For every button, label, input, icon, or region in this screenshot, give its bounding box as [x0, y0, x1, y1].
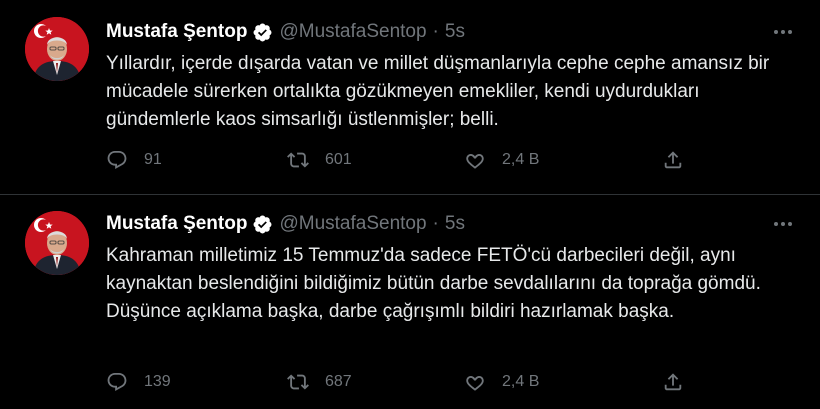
- reply-button[interactable]: 91: [106, 146, 162, 174]
- heart-icon: [466, 154, 484, 169]
- like-count: 2,4 B: [502, 373, 540, 390]
- author-name[interactable]: Mustafa Şentop: [106, 213, 247, 235]
- verified-badge-icon: [252, 214, 273, 235]
- share-button[interactable]: [662, 146, 684, 174]
- tweet-header: Mustafa Şentop @MustafaSentop · 5s: [106, 211, 465, 237]
- separator-dot: ·: [432, 213, 439, 234]
- more-options-icon[interactable]: [771, 20, 795, 44]
- retweet-icon: [287, 152, 309, 168]
- tweet[interactable]: Mustafa Şentop @MustafaSentop · 5s Yılla…: [0, 0, 820, 195]
- retweet-icon: [287, 374, 309, 390]
- like-button[interactable]: 2,4 B: [464, 146, 539, 174]
- author-name[interactable]: Mustafa Şentop: [106, 21, 247, 43]
- tweet-text: Yıllardır, içerde dışarda vatan ve mille…: [106, 53, 770, 130]
- retweet-count: 601: [325, 151, 352, 168]
- retweet-button[interactable]: 687: [287, 368, 352, 396]
- reply-button[interactable]: 139: [106, 368, 171, 396]
- verified-badge-icon: [252, 22, 273, 43]
- tweet-header: Mustafa Şentop @MustafaSentop · 5s: [106, 19, 465, 45]
- tweet[interactable]: Mustafa Şentop @MustafaSentop · 5s Kahra…: [0, 196, 820, 409]
- avatar[interactable]: [25, 17, 89, 81]
- reply-count: 91: [144, 151, 162, 168]
- more-options-icon[interactable]: [771, 212, 795, 236]
- tweet-timestamp[interactable]: 5s: [445, 21, 465, 43]
- heart-icon: [466, 376, 484, 391]
- tweet-text: Kahraman milletimiz 15 Temmuz'da sadece …: [106, 245, 761, 322]
- reply-count: 139: [144, 373, 171, 390]
- share-icon: [664, 373, 682, 391]
- retweet-button[interactable]: 601: [287, 146, 352, 174]
- like-button[interactable]: 2,4 B: [464, 368, 539, 396]
- reply-icon: [107, 150, 127, 169]
- share-icon: [664, 151, 682, 169]
- author-handle[interactable]: @MustafaSentop: [279, 21, 426, 43]
- tweet-timestamp[interactable]: 5s: [445, 213, 465, 235]
- avatar[interactable]: [25, 211, 89, 275]
- like-count: 2,4 B: [502, 151, 540, 168]
- separator-dot: ·: [432, 21, 439, 42]
- share-button[interactable]: [662, 368, 684, 396]
- author-handle[interactable]: @MustafaSentop: [279, 213, 426, 235]
- tweet-actions: 91 601 2,4 B: [106, 146, 696, 174]
- reply-icon: [107, 372, 127, 391]
- tweet-actions: 139 687 2,4 B: [106, 368, 696, 396]
- retweet-count: 687: [325, 373, 352, 390]
